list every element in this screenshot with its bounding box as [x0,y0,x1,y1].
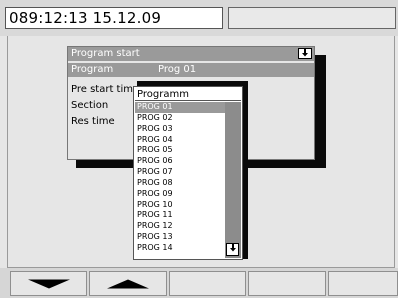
program-value: Prog 01 [158,64,197,75]
list-item[interactable]: PROG 10 [135,200,225,211]
softkey-down-button[interactable] [10,271,87,296]
clock-display: 089:12:13 15.12.09 [5,7,223,29]
triangle-down-icon [27,279,70,288]
screen: 089:12:13 15.12.09 Program start Program… [0,0,398,298]
title-field [228,7,396,29]
list-item[interactable]: PROG 12 [135,221,225,232]
softkey-3-button[interactable] [169,271,246,296]
arrow-down-icon[interactable] [226,243,239,256]
list-item[interactable]: PROG 13 [135,232,225,243]
list-item[interactable]: PROG 05 [135,145,225,156]
list-item[interactable]: PROG 03 [135,124,225,135]
softkey-up-button[interactable] [89,271,167,296]
softkey-4-button[interactable] [248,271,326,296]
list-item[interactable]: PROG 14 [135,243,225,254]
program-dropdown: Programm PROG 01 PROG 02 PROG 03 PROG 04… [133,86,243,260]
arrow-down-icon[interactable] [298,48,312,59]
dropdown-list: PROG 01 PROG 02 PROG 03 PROG 04 PROG 05 … [135,102,225,258]
res-time-label[interactable]: Res time [71,115,115,129]
softkey-bar [0,268,398,298]
list-item[interactable]: PROG 04 [135,135,225,146]
program-label: Program [71,64,114,75]
triangle-up-icon [107,279,149,288]
softkey-5-button[interactable] [328,271,398,296]
dialog-title: Program start [71,48,140,59]
dialog-title-bar: Program start [68,47,314,61]
list-item[interactable]: PROG 07 [135,167,225,178]
pre-start-time-label[interactable]: Pre start time [71,83,139,97]
dropdown-header: Programm [135,88,241,101]
list-item[interactable]: PROG 11 [135,210,225,221]
status-bar: 089:12:13 15.12.09 [0,0,398,36]
list-item[interactable]: PROG 01 [135,102,225,113]
program-row[interactable]: Program Prog 01 [68,63,314,77]
list-item[interactable]: PROG 02 [135,113,225,124]
list-item[interactable]: PROG 08 [135,178,225,189]
list-item[interactable]: PROG 09 [135,189,225,200]
section-label[interactable]: Section [71,99,108,113]
dropdown-scrollbar[interactable] [225,102,241,258]
list-item[interactable]: PROG 06 [135,156,225,167]
